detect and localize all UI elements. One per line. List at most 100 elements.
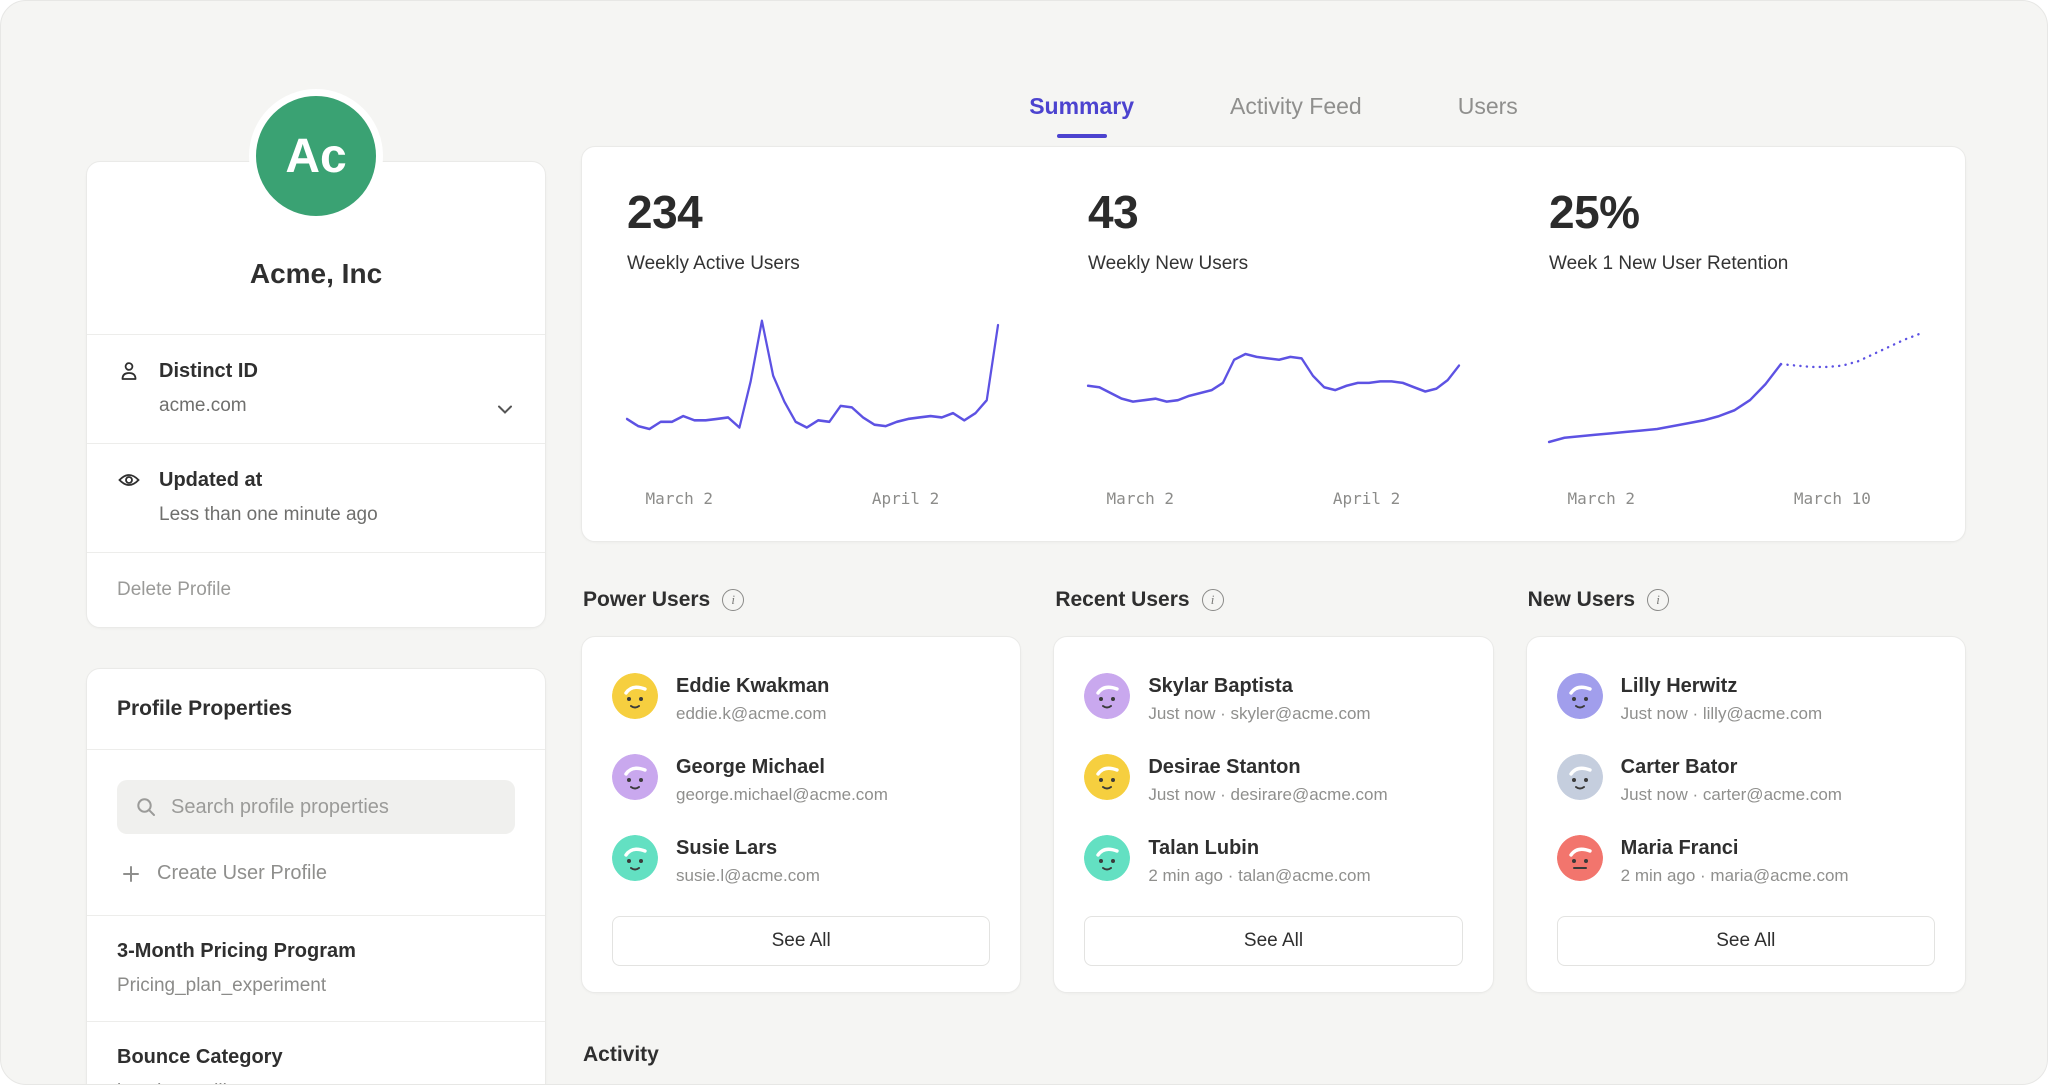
info-icon[interactable]: i [1202,589,1224,611]
summary-card: 234 Weekly Active Users March 2 April 2 … [581,146,1966,542]
stat-label: Week 1 New User Retention [1549,253,1920,275]
updated-at-row: Updated at Less than one minute ago [87,443,545,552]
new-users-card: Lilly Herwitz Just now · lilly@acme.com [1526,636,1966,993]
see-all-button[interactable]: See All [1557,916,1935,966]
section-title: Power Users [583,588,710,612]
property-row[interactable]: Bounce Category inactive-mailbox [87,1021,545,1085]
tab-bar: Summary Activity Feed Users [581,1,1966,138]
weekly-active-users-chart [627,305,998,473]
x-tick-start: March 2 [1568,489,1635,508]
stat-value: 43 [1088,185,1459,239]
user-row[interactable]: Maria Franci 2 min ago · maria@acme.com [1557,835,1935,886]
chart-x-axis: March 2 April 2 [1088,489,1459,515]
user-name: Lilly Herwitz [1621,673,1822,698]
section-title: Recent Users [1055,588,1189,612]
property-value: inactive-mailbox [117,1081,515,1085]
user-name: Desirae Stanton [1148,754,1387,779]
org-avatar: Ac [249,89,383,223]
user-row[interactable]: Susie Lars susie.l@acme.com [612,835,990,886]
eye-icon [117,468,141,492]
user-avatar [612,835,658,881]
profile-properties-search[interactable] [117,780,515,834]
user-avatar [1557,673,1603,719]
distinct-id-label: Distinct ID [159,360,258,383]
power-users-card: Eddie Kwakman eddie.k@acme.com George [581,636,1021,993]
chart-x-axis: March 2 April 2 [627,489,998,515]
x-tick-end: March 10 [1794,489,1871,508]
user-avatar [1557,835,1603,881]
distinct-id-row[interactable]: Distinct ID acme.com [87,334,545,443]
user-row[interactable]: Carter Bator Just now · carter@acme.com [1557,754,1935,805]
see-all-button[interactable]: See All [1084,916,1462,966]
tab-users[interactable]: Users [1458,93,1518,138]
stat-value: 234 [627,185,998,239]
user-subtext: george.michael@acme.com [676,785,888,805]
property-value: Pricing_plan_experiment [117,975,515,997]
property-label: 3-Month Pricing Program [117,940,515,963]
create-user-profile-label: Create User Profile [157,862,327,885]
delete-profile-button[interactable]: Delete Profile [87,552,545,627]
new-users-section: New Users i Lilly Herwitz Just no [1526,588,1966,993]
user-subtext: Just now · carter@acme.com [1621,785,1842,805]
user-subtext: eddie.k@acme.com [676,704,829,724]
user-subtext: Just now · lilly@acme.com [1621,704,1822,724]
user-name: Maria Franci [1621,835,1849,860]
x-tick-end: April 2 [872,489,939,508]
power-users-section: Power Users i Eddie Kwakman eddie [581,588,1021,993]
user-name: Carter Bator [1621,754,1842,779]
org-avatar-initials: Ac [285,129,346,184]
info-icon[interactable]: i [722,589,744,611]
user-avatar [1084,754,1130,800]
user-name: Skylar Baptista [1148,673,1370,698]
main-content: Summary Activity Feed Users 234 Weekly A… [581,1,1966,1085]
info-icon[interactable]: i [1647,589,1669,611]
x-tick-end: April 2 [1333,489,1400,508]
profile-properties-title: Profile Properties [87,669,545,750]
user-subtext: 2 min ago · talan@acme.com [1148,866,1370,886]
stat-retention: 25% Week 1 New User Retention March 2 Ma… [1504,185,1965,515]
updated-at-value: Less than one minute ago [159,504,515,526]
create-user-profile-button[interactable]: Create User Profile [87,834,545,915]
tab-summary[interactable]: Summary [1029,93,1134,138]
see-all-button[interactable]: See All [612,916,990,966]
search-icon [135,796,157,818]
chevron-down-icon[interactable] [493,397,517,421]
recent-users-section: Recent Users i Skylar Baptista Ju [1053,588,1493,993]
user-row[interactable]: Desirae Stanton Just now · desirare@acme… [1084,754,1462,805]
user-subtext: 2 min ago · maria@acme.com [1621,866,1849,886]
user-avatar [1084,835,1130,881]
user-row[interactable]: Talan Lubin 2 min ago · talan@acme.com [1084,835,1462,886]
user-row[interactable]: Skylar Baptista Just now · skyler@acme.c… [1084,673,1462,724]
search-input[interactable] [171,796,497,819]
distinct-id-value: acme.com [159,395,515,417]
profile-card: Acme, Inc Distinct ID acme.com [86,161,546,628]
user-name: George Michael [676,754,888,779]
profile-dashboard-page: Ac Acme, Inc Distinct ID acme.com [0,0,2048,1085]
tab-activity-feed[interactable]: Activity Feed [1230,93,1362,138]
user-row[interactable]: Eddie Kwakman eddie.k@acme.com [612,673,990,724]
x-tick-start: March 2 [1107,489,1174,508]
user-avatar [1084,673,1130,719]
stat-label: Weekly New Users [1088,253,1459,275]
user-avatar [1557,754,1603,800]
user-row[interactable]: Lilly Herwitz Just now · lilly@acme.com [1557,673,1935,724]
retention-chart [1549,305,1920,473]
property-label: Bounce Category [117,1046,515,1069]
stat-weekly-active-users: 234 Weekly Active Users March 2 April 2 [582,185,1043,515]
user-row[interactable]: George Michael george.michael@acme.com [612,754,990,805]
user-avatar [612,754,658,800]
user-subtext: Just now · skyler@acme.com [1148,704,1370,724]
plus-icon [121,864,141,884]
activity-title: Activity [581,1043,1966,1067]
user-avatar [612,673,658,719]
property-row[interactable]: 3-Month Pricing Program Pricing_plan_exp… [87,915,545,1021]
chart-x-axis: March 2 March 10 [1549,489,1920,515]
stat-weekly-new-users: 43 Weekly New Users March 2 April 2 [1043,185,1504,515]
user-subtext: susie.l@acme.com [676,866,820,886]
profile-sidebar: Ac Acme, Inc Distinct ID acme.com [86,1,546,1085]
x-tick-start: March 2 [646,489,713,508]
profile-properties-card: Profile Properties Create User Profile 3… [86,668,546,1085]
updated-at-label: Updated at [159,469,262,492]
section-title: New Users [1528,588,1635,612]
user-sections: Power Users i Eddie Kwakman eddie [581,588,1966,993]
